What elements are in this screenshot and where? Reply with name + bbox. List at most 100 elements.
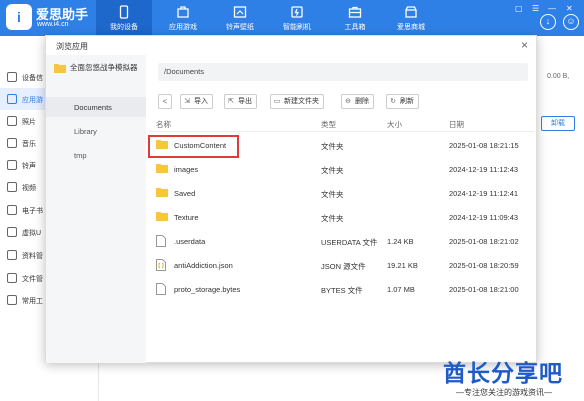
tree-item-library[interactable]: Library (74, 127, 97, 136)
sidebar-item-device-info[interactable]: 设备信 (0, 66, 48, 88)
file-size: 1.24 KB (387, 237, 414, 246)
photo-icon (7, 116, 17, 126)
export-icon: ⇱ (228, 98, 234, 105)
file-row-saved[interactable]: Saved 文件夹 2024-12-19 11:12:41 (149, 182, 534, 206)
watermark-title: 酋长分享吧 (443, 360, 563, 386)
nav-my-device[interactable]: 我的设备 (96, 0, 152, 36)
file-row-proto-storage[interactable]: proto_storage.bytes BYTES 文件 1.07 MB 202… (149, 278, 534, 302)
window-close-icon[interactable]: ✕ (566, 4, 573, 13)
file-type: JSON 源文件 (321, 262, 366, 271)
brand-url: www.i4.cn (37, 21, 69, 28)
nav-label: 应用游戏 (169, 24, 197, 31)
music-icon (233, 6, 247, 18)
file-type: BYTES 文件 (321, 286, 363, 295)
file-date: 2024-12-19 11:09:43 (449, 213, 519, 222)
nav-label: 铃声壁纸 (226, 24, 254, 31)
sidebar-item-photos[interactable]: 照片 (0, 110, 48, 132)
apps-sidebar-icon (7, 94, 17, 104)
import-button[interactable]: ⇲ 导入 (180, 94, 213, 109)
nav-store[interactable]: 爱思商城 (383, 0, 439, 36)
file-table-header: 名称 类型 大小 日期 (149, 116, 534, 132)
phone-icon (119, 5, 129, 19)
file-type: USERDATA 文件 (321, 238, 378, 247)
file-row-texture[interactable]: Texture 文件夹 2024-12-19 11:09:43 (149, 206, 534, 230)
file-name: proto_storage.bytes (174, 285, 241, 294)
column-date[interactable]: 日期 (449, 119, 464, 130)
divider (98, 360, 99, 401)
user-icon[interactable]: ☺ (563, 14, 579, 30)
back-button[interactable]: < (158, 94, 172, 109)
nav-label: 工具箱 (344, 24, 366, 31)
sidebar-item-tools[interactable]: 常用工 (0, 289, 48, 311)
file-date: 2025-01-08 18:20:59 (449, 261, 519, 270)
folder-icon (54, 64, 66, 74)
sidebar-item-apps[interactable]: 应用游 (0, 88, 48, 110)
menu-icon[interactable]: ☰ (532, 4, 539, 13)
top-bar: i 爱思助手 www.i4.cn 我的设备 应用游戏 铃声壁纸 智能刷机 工具箱… (0, 0, 584, 36)
column-type[interactable]: 类型 (321, 119, 336, 130)
new-folder-icon: ▭ (273, 98, 281, 105)
sidebar-item-ebooks[interactable]: 电子书 (0, 199, 48, 221)
file-row-images[interactable]: images 文件夹 2024-12-19 11:12:43 (149, 158, 534, 182)
file-icon (156, 283, 166, 295)
tree-item-tmp[interactable]: tmp (74, 151, 87, 160)
nav-flash[interactable]: 智能刷机 (269, 0, 325, 36)
nav-label: 爱思商城 (397, 24, 425, 31)
path-bar[interactable]: /Documents (158, 63, 528, 81)
nav-apps-games[interactable]: 应用游戏 (155, 0, 211, 36)
file-date: 2025-01-08 18:21:00 (449, 285, 519, 294)
toolbox-icon (348, 6, 362, 18)
file-name: .userdata (174, 237, 206, 246)
apps-icon (177, 6, 189, 18)
store-icon (405, 6, 417, 18)
refresh-icon: ↻ (390, 98, 396, 105)
file-name: antiAddiction.json (174, 261, 233, 270)
file-type: 文件夹 (321, 142, 344, 151)
column-size[interactable]: 大小 (387, 119, 402, 130)
sidebar-item-video[interactable]: 视频 (0, 176, 48, 198)
sidebar-item-virtual-u[interactable]: 虚拟U (0, 221, 48, 243)
new-folder-button[interactable]: ▭ 新建文件夹 (270, 94, 324, 109)
delete-icon: ⊖ (345, 98, 351, 105)
tools-icon (7, 295, 17, 305)
tree-root-app[interactable]: 全面忽悠战争模拟器 (54, 62, 138, 74)
nav-ringtones[interactable]: 铃声壁纸 (212, 0, 268, 36)
file-date: 2025-01-08 18:21:15 (449, 141, 519, 150)
file-size: 19.21 KB (387, 261, 418, 270)
dialog-title: 浏览应用 (56, 42, 88, 51)
sidebar-item-ringtones[interactable]: 铃声 (0, 154, 48, 176)
column-name[interactable]: 名称 (156, 119, 171, 130)
sidebar-item-data[interactable]: 资料管 (0, 244, 48, 266)
import-icon: ⇲ (184, 98, 190, 105)
skin-icon[interactable]: ▢ (515, 4, 523, 13)
uninstall-button[interactable]: 卸载 (541, 116, 575, 131)
file-row-antiaddiction[interactable]: antiAddiction.json JSON 源文件 19.21 KB 202… (149, 254, 534, 278)
highlight-box (148, 135, 239, 158)
folder-icon (156, 188, 168, 197)
data-icon (7, 250, 17, 260)
file-size: 1.07 MB (387, 285, 415, 294)
nav-toolbox[interactable]: 工具箱 (327, 0, 383, 36)
refresh-button[interactable]: ↻ 刷新 (386, 94, 419, 109)
app-logo: i (6, 4, 32, 30)
file-name: Texture (174, 213, 199, 222)
delete-button[interactable]: ⊖ 删除 (341, 94, 374, 109)
browse-app-dialog: 浏览应用 × 全面忽悠战争模拟器 Documents Library tmp /… (45, 35, 537, 363)
file-type: 文件夹 (321, 190, 344, 199)
dialog-close-button[interactable]: × (521, 38, 528, 52)
json-file-icon (156, 259, 166, 271)
minimize-icon[interactable]: — (548, 4, 556, 13)
sidebar-item-music[interactable]: 音乐 (0, 132, 48, 154)
usb-icon (7, 227, 17, 237)
folder-icon (156, 164, 168, 173)
file-row-userdata[interactable]: .userdata USERDATA 文件 1.24 KB 2025-01-08… (149, 230, 534, 254)
music-sidebar-icon (7, 138, 17, 148)
download-icon[interactable]: ↓ (540, 14, 556, 30)
file-name: Saved (174, 189, 196, 198)
file-date: 2024-12-19 11:12:43 (449, 165, 519, 174)
tree-item-documents[interactable]: Documents (74, 103, 112, 112)
export-button[interactable]: ⇱ 导出 (224, 94, 257, 109)
book-icon (7, 205, 17, 215)
bell-icon (7, 160, 17, 170)
sidebar-item-files[interactable]: 文件管 (0, 267, 48, 289)
